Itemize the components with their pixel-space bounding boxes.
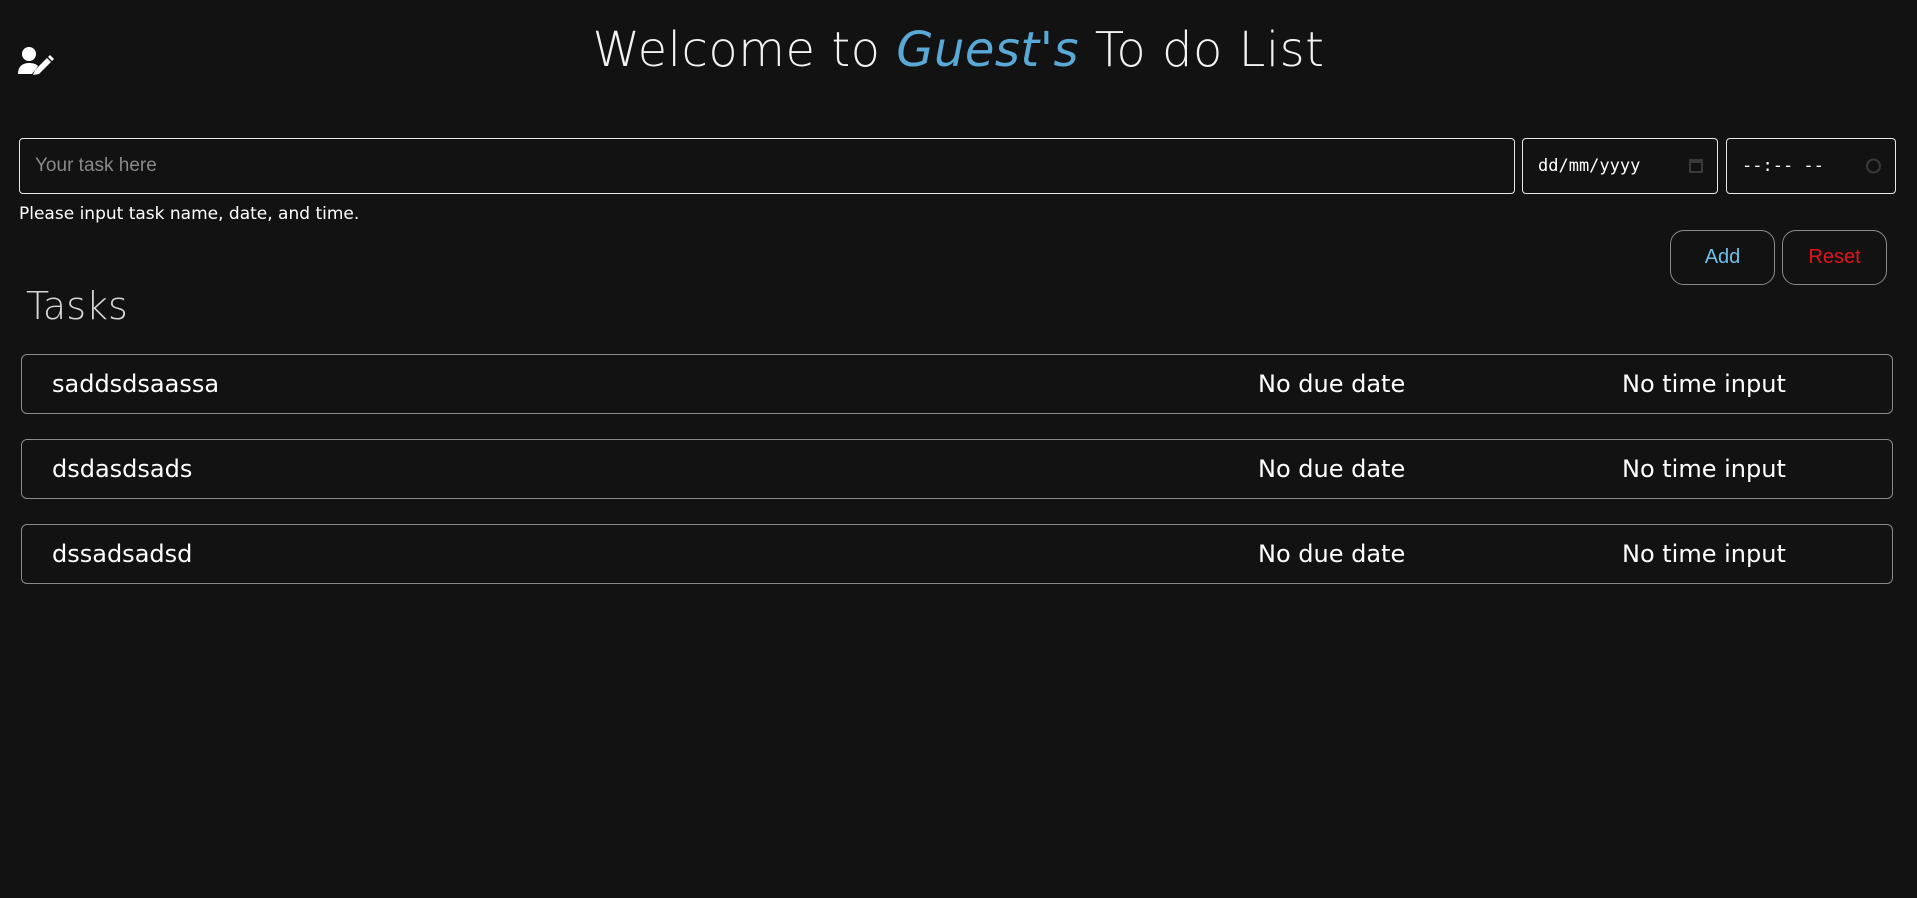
clock-icon[interactable]	[1866, 158, 1881, 174]
todo-page: Welcome to Guest's To do List dd/mm/yyyy…	[0, 0, 1917, 898]
task-due-time: No time input	[1622, 540, 1786, 568]
tasks-heading: Tasks	[26, 284, 128, 328]
task-name: dssadsadsd	[52, 540, 193, 568]
calendar-icon[interactable]	[1689, 159, 1703, 173]
task-name: saddsdsaassa	[52, 370, 220, 398]
task-list: saddsdsaassa No due date No time input d…	[21, 354, 1893, 609]
task-due-time: No time input	[1622, 455, 1786, 483]
task-name: dsdasdsads	[52, 455, 193, 483]
task-name-input[interactable]	[19, 138, 1515, 194]
time-placeholder: --:-- --	[1742, 156, 1824, 176]
task-input-row: dd/mm/yyyy --:-- --	[19, 138, 1896, 194]
task-row[interactable]: dssadsadsd No due date No time input	[21, 524, 1893, 584]
add-button[interactable]: Add	[1670, 230, 1775, 285]
task-due-date: No due date	[1258, 370, 1406, 398]
page-title: Welcome to Guest's To do List	[0, 22, 1917, 78]
due-date-input[interactable]: dd/mm/yyyy	[1522, 138, 1718, 194]
task-row[interactable]: dsdasdsads No due date No time input	[21, 439, 1893, 499]
task-due-date: No due date	[1258, 540, 1406, 568]
form-helper-text: Please input task name, date, and time.	[19, 204, 360, 224]
task-due-date: No due date	[1258, 455, 1406, 483]
task-due-time: No time input	[1622, 370, 1786, 398]
title-username: Guest's	[896, 22, 1079, 78]
due-time-input[interactable]: --:-- --	[1726, 138, 1896, 194]
title-suffix: To do List	[1078, 22, 1325, 78]
title-prefix: Welcome to	[592, 22, 897, 78]
task-row[interactable]: saddsdsaassa No due date No time input	[21, 354, 1893, 414]
date-placeholder: dd/mm/yyyy	[1538, 156, 1641, 176]
reset-button[interactable]: Reset	[1782, 230, 1887, 285]
